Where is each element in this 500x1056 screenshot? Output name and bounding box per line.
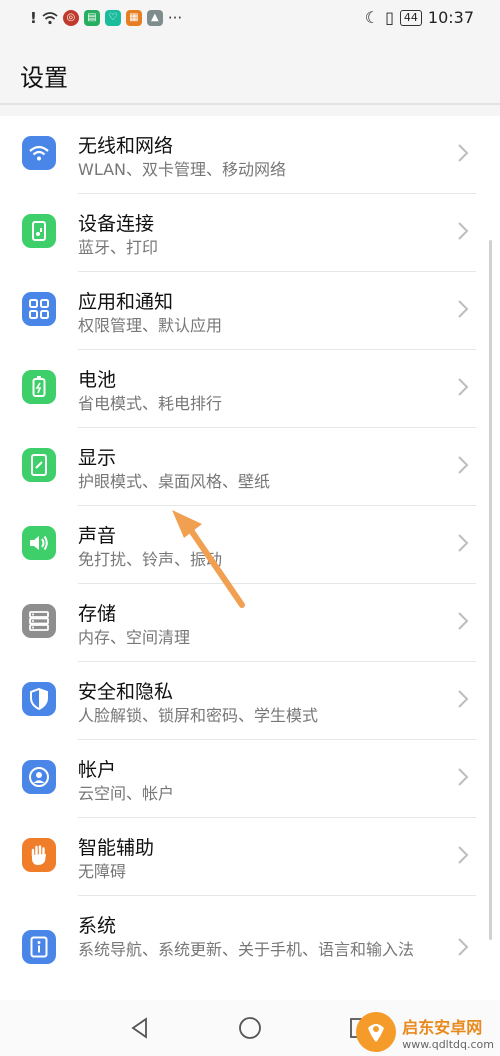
settings-item-smart-assistance[interactable]: 智能辅助 无障碍: [0, 818, 500, 896]
settings-item-battery[interactable]: 电池 省电模式、耗电排行: [0, 350, 500, 428]
settings-item-security-privacy[interactable]: 安全和隐私 人脸解锁、锁屏和密码、学生模式: [0, 662, 500, 740]
wifi-icon: [22, 136, 56, 170]
chevron-right-icon: [458, 690, 469, 708]
settings-item-label: 存储: [78, 603, 117, 625]
app-badge-orange-icon: ▦: [125, 10, 142, 26]
status-bar: ! ◎ ▤ ♡ ▦ ▲ ··· ☾ ▯ 44 10:37: [0, 0, 500, 40]
chevron-right-icon: [458, 378, 469, 396]
settings-item-account[interactable]: 帐户 云空间、帐户: [0, 740, 500, 818]
alert-icon: !: [30, 9, 37, 27]
settings-item-label: 显示: [78, 447, 117, 469]
settings-item-label: 帐户: [78, 759, 117, 781]
settings-item-sub: 蓝牙、打印: [78, 238, 159, 257]
settings-item-sub: WLAN、双卡管理、移动网络: [78, 160, 287, 179]
settings-item-sub: 人脸解锁、锁屏和密码、学生模式: [78, 706, 319, 725]
hand-icon: [22, 838, 56, 872]
chevron-right-icon: [458, 144, 469, 162]
settings-item-sub: 无障碍: [78, 862, 127, 881]
account-icon: [22, 760, 56, 794]
chevron-right-icon: [458, 846, 469, 864]
status-right-icons: ☾ ▯ 44 10:37: [365, 8, 474, 27]
chevron-right-icon: [458, 768, 469, 786]
watermark-url: www.qdltdq.com: [402, 1037, 494, 1051]
vibrate-icon: ▯: [385, 8, 394, 27]
chevron-right-icon: [458, 938, 469, 956]
chevron-right-icon: [458, 222, 469, 240]
battery-indicator: 44: [399, 9, 422, 26]
settings-item-sub: 系统导航、系统更新、关于手机、语言和输入法: [78, 940, 415, 959]
page-header: 设置: [0, 40, 500, 104]
watermark: 启东安卓网 www.qdltdq.com: [356, 1012, 494, 1052]
settings-item-sound[interactable]: 声音 免打扰、铃声、振动: [0, 506, 500, 584]
more-notifications-icon: ···: [167, 9, 183, 27]
back-icon[interactable]: [128, 1016, 152, 1040]
device-connect-icon: [22, 214, 56, 248]
settings-item-sub: 护眼模式、桌面风格、壁纸: [78, 472, 271, 491]
settings-item-device-connection[interactable]: 设备连接 蓝牙、打印: [0, 194, 500, 272]
settings-item-sub: 权限管理、默认应用: [78, 316, 223, 335]
settings-item-apps-notifications[interactable]: 应用和通知 权限管理、默认应用: [0, 272, 500, 350]
settings-item-label: 应用和通知: [78, 291, 174, 313]
settings-item-label: 系统: [78, 915, 117, 937]
chevron-right-icon: [458, 534, 469, 552]
apps-grid-icon: [22, 292, 56, 326]
display-icon: [22, 448, 56, 482]
settings-item-sub: 内存、空间清理: [78, 628, 191, 647]
settings-item-label: 声音: [78, 525, 117, 547]
wifi-icon: [42, 12, 58, 25]
app-badge-red-icon: ◎: [62, 10, 79, 26]
settings-item-wireless-network[interactable]: 无线和网络 WLAN、双卡管理、移动网络: [0, 116, 500, 194]
speaker-icon: [22, 526, 56, 560]
settings-item-label: 安全和隐私: [78, 681, 174, 703]
settings-item-system[interactable]: 系统 系统导航、系统更新、关于手机、语言和输入法: [0, 896, 500, 996]
storage-icon: [22, 604, 56, 638]
shield-icon: [22, 682, 56, 716]
app-badge-gray-icon: ▲: [146, 10, 163, 26]
battery-icon: [22, 370, 56, 404]
home-icon[interactable]: [238, 1016, 262, 1040]
chevron-right-icon: [458, 456, 469, 474]
watermark-title: 启东安卓网: [402, 1017, 483, 1037]
settings-item-label: 设备连接: [78, 213, 155, 235]
settings-item-sub: 省电模式、耗电排行: [78, 394, 223, 413]
page-title: 设置: [20, 64, 68, 92]
chevron-right-icon: [458, 612, 469, 630]
moon-icon: ☾: [364, 8, 380, 27]
status-left-icons: ! ◎ ▤ ♡ ▦ ▲ ···: [30, 9, 182, 27]
header-divider: [0, 103, 500, 105]
system-info-icon: [22, 930, 56, 964]
settings-item-sub: 免打扰、铃声、振动: [78, 550, 223, 569]
scrollbar[interactable]: [489, 240, 492, 940]
watermark-logo-icon: [356, 1012, 397, 1052]
settings-item-sub: 云空间、帐户: [78, 784, 175, 803]
status-time: 10:37: [427, 8, 474, 27]
settings-item-display[interactable]: 显示 护眼模式、桌面风格、壁纸: [0, 428, 500, 506]
settings-item-storage[interactable]: 存储 内存、空间清理: [0, 584, 500, 662]
settings-list: 无线和网络 WLAN、双卡管理、移动网络 设备连接 蓝牙、打印 应用和通知 权限…: [0, 116, 500, 1000]
app-badge-green-icon: ▤: [83, 10, 100, 26]
settings-item-label: 智能辅助: [78, 837, 155, 859]
settings-item-label: 电池: [78, 369, 117, 391]
settings-item-label: 无线和网络: [78, 135, 174, 157]
app-badge-teal-icon: ♡: [104, 10, 121, 26]
chevron-right-icon: [458, 300, 469, 318]
